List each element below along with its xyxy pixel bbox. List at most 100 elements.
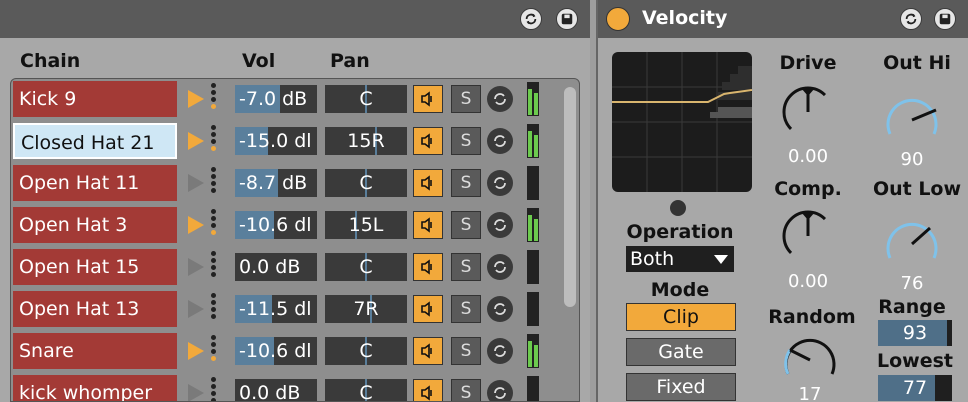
chain-level-meter: [527, 376, 539, 401]
chain-name[interactable]: Kick 9: [13, 81, 177, 117]
lowest-field[interactable]: 77: [878, 375, 952, 401]
chain-drag-handle-icon[interactable]: [211, 83, 217, 115]
chain-solo-button[interactable]: S: [451, 337, 481, 365]
chain-activity-icon: [188, 384, 204, 401]
out-hi-value: 90: [900, 149, 924, 170]
chain-volume-field[interactable]: 0.0 dB: [235, 253, 317, 281]
chain-pan-field[interactable]: C: [325, 253, 407, 281]
chain-row[interactable]: Open Hat 13 -11.5 dl 7R S: [11, 289, 579, 329]
chain-activator-speaker-icon[interactable]: [413, 337, 443, 365]
chain-row[interactable]: kick whomper 0.0 dB C S: [11, 373, 579, 402]
save-preset-icon[interactable]: [556, 8, 578, 30]
chain-hot-swap-icon[interactable]: [487, 254, 513, 280]
operation-dropdown[interactable]: Both: [626, 246, 734, 272]
chain-hot-swap-icon[interactable]: [487, 338, 513, 364]
chain-activity-icon: [188, 342, 204, 360]
chain-volume-field[interactable]: -15.0 dl: [235, 127, 317, 155]
chain-hot-swap-icon[interactable]: [487, 296, 513, 322]
device-hot-swap-icon[interactable]: [900, 8, 922, 30]
chain-hot-swap-icon[interactable]: [487, 380, 513, 401]
chain-name[interactable]: Snare: [13, 333, 177, 369]
chain-level-meter: [527, 334, 539, 368]
chain-solo-button[interactable]: S: [451, 295, 481, 323]
chain-pan-field[interactable]: 15R: [325, 127, 407, 155]
chain-drag-handle-icon[interactable]: [211, 251, 217, 283]
chain-row[interactable]: Open Hat 3 -10.6 dl 15L S: [11, 205, 579, 245]
out-low-knob[interactable]: [882, 214, 942, 274]
chain-hot-swap-icon[interactable]: [487, 212, 513, 238]
chain-pan-value: 15R: [347, 130, 385, 152]
chain-solo-button[interactable]: S: [451, 253, 481, 281]
chain-drag-handle-icon[interactable]: [211, 125, 217, 157]
velocity-device: Velocity Operation Both Mode Clip Gate F…: [596, 0, 968, 402]
chain-name[interactable]: Open Hat 11: [13, 165, 177, 201]
comp-label: Comp.: [774, 178, 842, 200]
chain-volume-field[interactable]: -10.6 dl: [235, 337, 317, 365]
range-field[interactable]: 93: [878, 320, 952, 346]
chain-pan-field[interactable]: C: [325, 169, 407, 197]
chain-activator-speaker-icon[interactable]: [413, 253, 443, 281]
chain-pan-value: C: [359, 256, 373, 278]
chain-activator-speaker-icon[interactable]: [413, 169, 443, 197]
chain-volume-field[interactable]: -7.0 dB: [235, 85, 317, 113]
chain-pan-field[interactable]: C: [325, 85, 407, 113]
drive-knob[interactable]: [778, 82, 838, 142]
chain-name[interactable]: Open Hat 13: [13, 291, 177, 327]
random-value: 17: [798, 384, 822, 402]
chain-activator-speaker-icon[interactable]: [413, 211, 443, 239]
chain-activity-icon: [188, 216, 204, 234]
chain-volume-value: -7.0 dB: [239, 88, 308, 110]
chain-solo-button[interactable]: S: [451, 211, 481, 239]
chain-name[interactable]: Open Hat 3: [13, 207, 177, 243]
chain-row[interactable]: Open Hat 11 -8.7 dB C S: [11, 163, 579, 203]
mode-fixed-button[interactable]: Fixed: [626, 373, 736, 401]
chain-activator-speaker-icon[interactable]: [413, 85, 443, 113]
chain-solo-button[interactable]: S: [451, 127, 481, 155]
chain-volume-value: -10.6 dl: [239, 340, 312, 362]
chain-volume-field[interactable]: -11.5 dl: [235, 295, 317, 323]
chain-name[interactable]: Open Hat 15: [13, 249, 177, 285]
chain-name[interactable]: kick whomper: [13, 375, 177, 401]
chain-volume-value: 0.0 dB: [239, 382, 301, 402]
chain-solo-button[interactable]: S: [451, 169, 481, 197]
chain-row[interactable]: Kick 9 -7.0 dB C S: [11, 79, 579, 119]
chain-solo-button[interactable]: S: [451, 379, 481, 401]
chevron-down-icon: [714, 255, 728, 264]
chain-row[interactable]: Snare -10.6 dl C S: [11, 331, 579, 371]
chain-activity-icon: [188, 174, 204, 192]
chain-pan-field[interactable]: C: [325, 337, 407, 365]
chain-drag-handle-icon[interactable]: [211, 167, 217, 199]
column-header-chain: Chain: [20, 50, 81, 72]
chain-drag-handle-icon[interactable]: [211, 377, 217, 401]
chain-drag-handle-icon[interactable]: [211, 209, 217, 241]
chain-drag-handle-icon[interactable]: [211, 335, 217, 367]
chain-pan-field[interactable]: C: [325, 379, 407, 401]
velocity-curve-display: [612, 52, 752, 192]
chain-hot-swap-icon[interactable]: [487, 170, 513, 196]
random-knob[interactable]: [780, 330, 840, 390]
chain-solo-button[interactable]: S: [451, 85, 481, 113]
device-save-preset-icon[interactable]: [934, 8, 956, 30]
out-hi-knob[interactable]: [882, 90, 942, 150]
chain-name[interactable]: Closed Hat 21: [13, 123, 177, 159]
mode-clip-button[interactable]: Clip: [626, 303, 736, 331]
chain-activator-speaker-icon[interactable]: [413, 295, 443, 323]
chain-pan-value: C: [359, 88, 373, 110]
chain-activator-speaker-icon[interactable]: [413, 127, 443, 155]
chain-volume-field[interactable]: -10.6 dl: [235, 211, 317, 239]
curve-handle[interactable]: [670, 200, 686, 216]
chain-row[interactable]: Closed Hat 21 -15.0 dl 15R S: [11, 121, 579, 161]
device-power-icon[interactable]: [606, 7, 630, 31]
hot-swap-icon[interactable]: [520, 8, 542, 30]
chain-activator-speaker-icon[interactable]: [413, 379, 443, 401]
chain-hot-swap-icon[interactable]: [487, 86, 513, 112]
chain-volume-field[interactable]: -8.7 dB: [235, 169, 317, 197]
chain-volume-field[interactable]: 0.0 dB: [235, 379, 317, 402]
chain-pan-field[interactable]: 7R: [325, 295, 407, 323]
comp-knob[interactable]: [778, 206, 838, 266]
chain-pan-field[interactable]: 15L: [325, 211, 407, 239]
mode-gate-button[interactable]: Gate: [626, 338, 736, 366]
chain-hot-swap-icon[interactable]: [487, 128, 513, 154]
chain-row[interactable]: Open Hat 15 0.0 dB C S: [11, 247, 579, 287]
chain-drag-handle-icon[interactable]: [211, 293, 217, 325]
